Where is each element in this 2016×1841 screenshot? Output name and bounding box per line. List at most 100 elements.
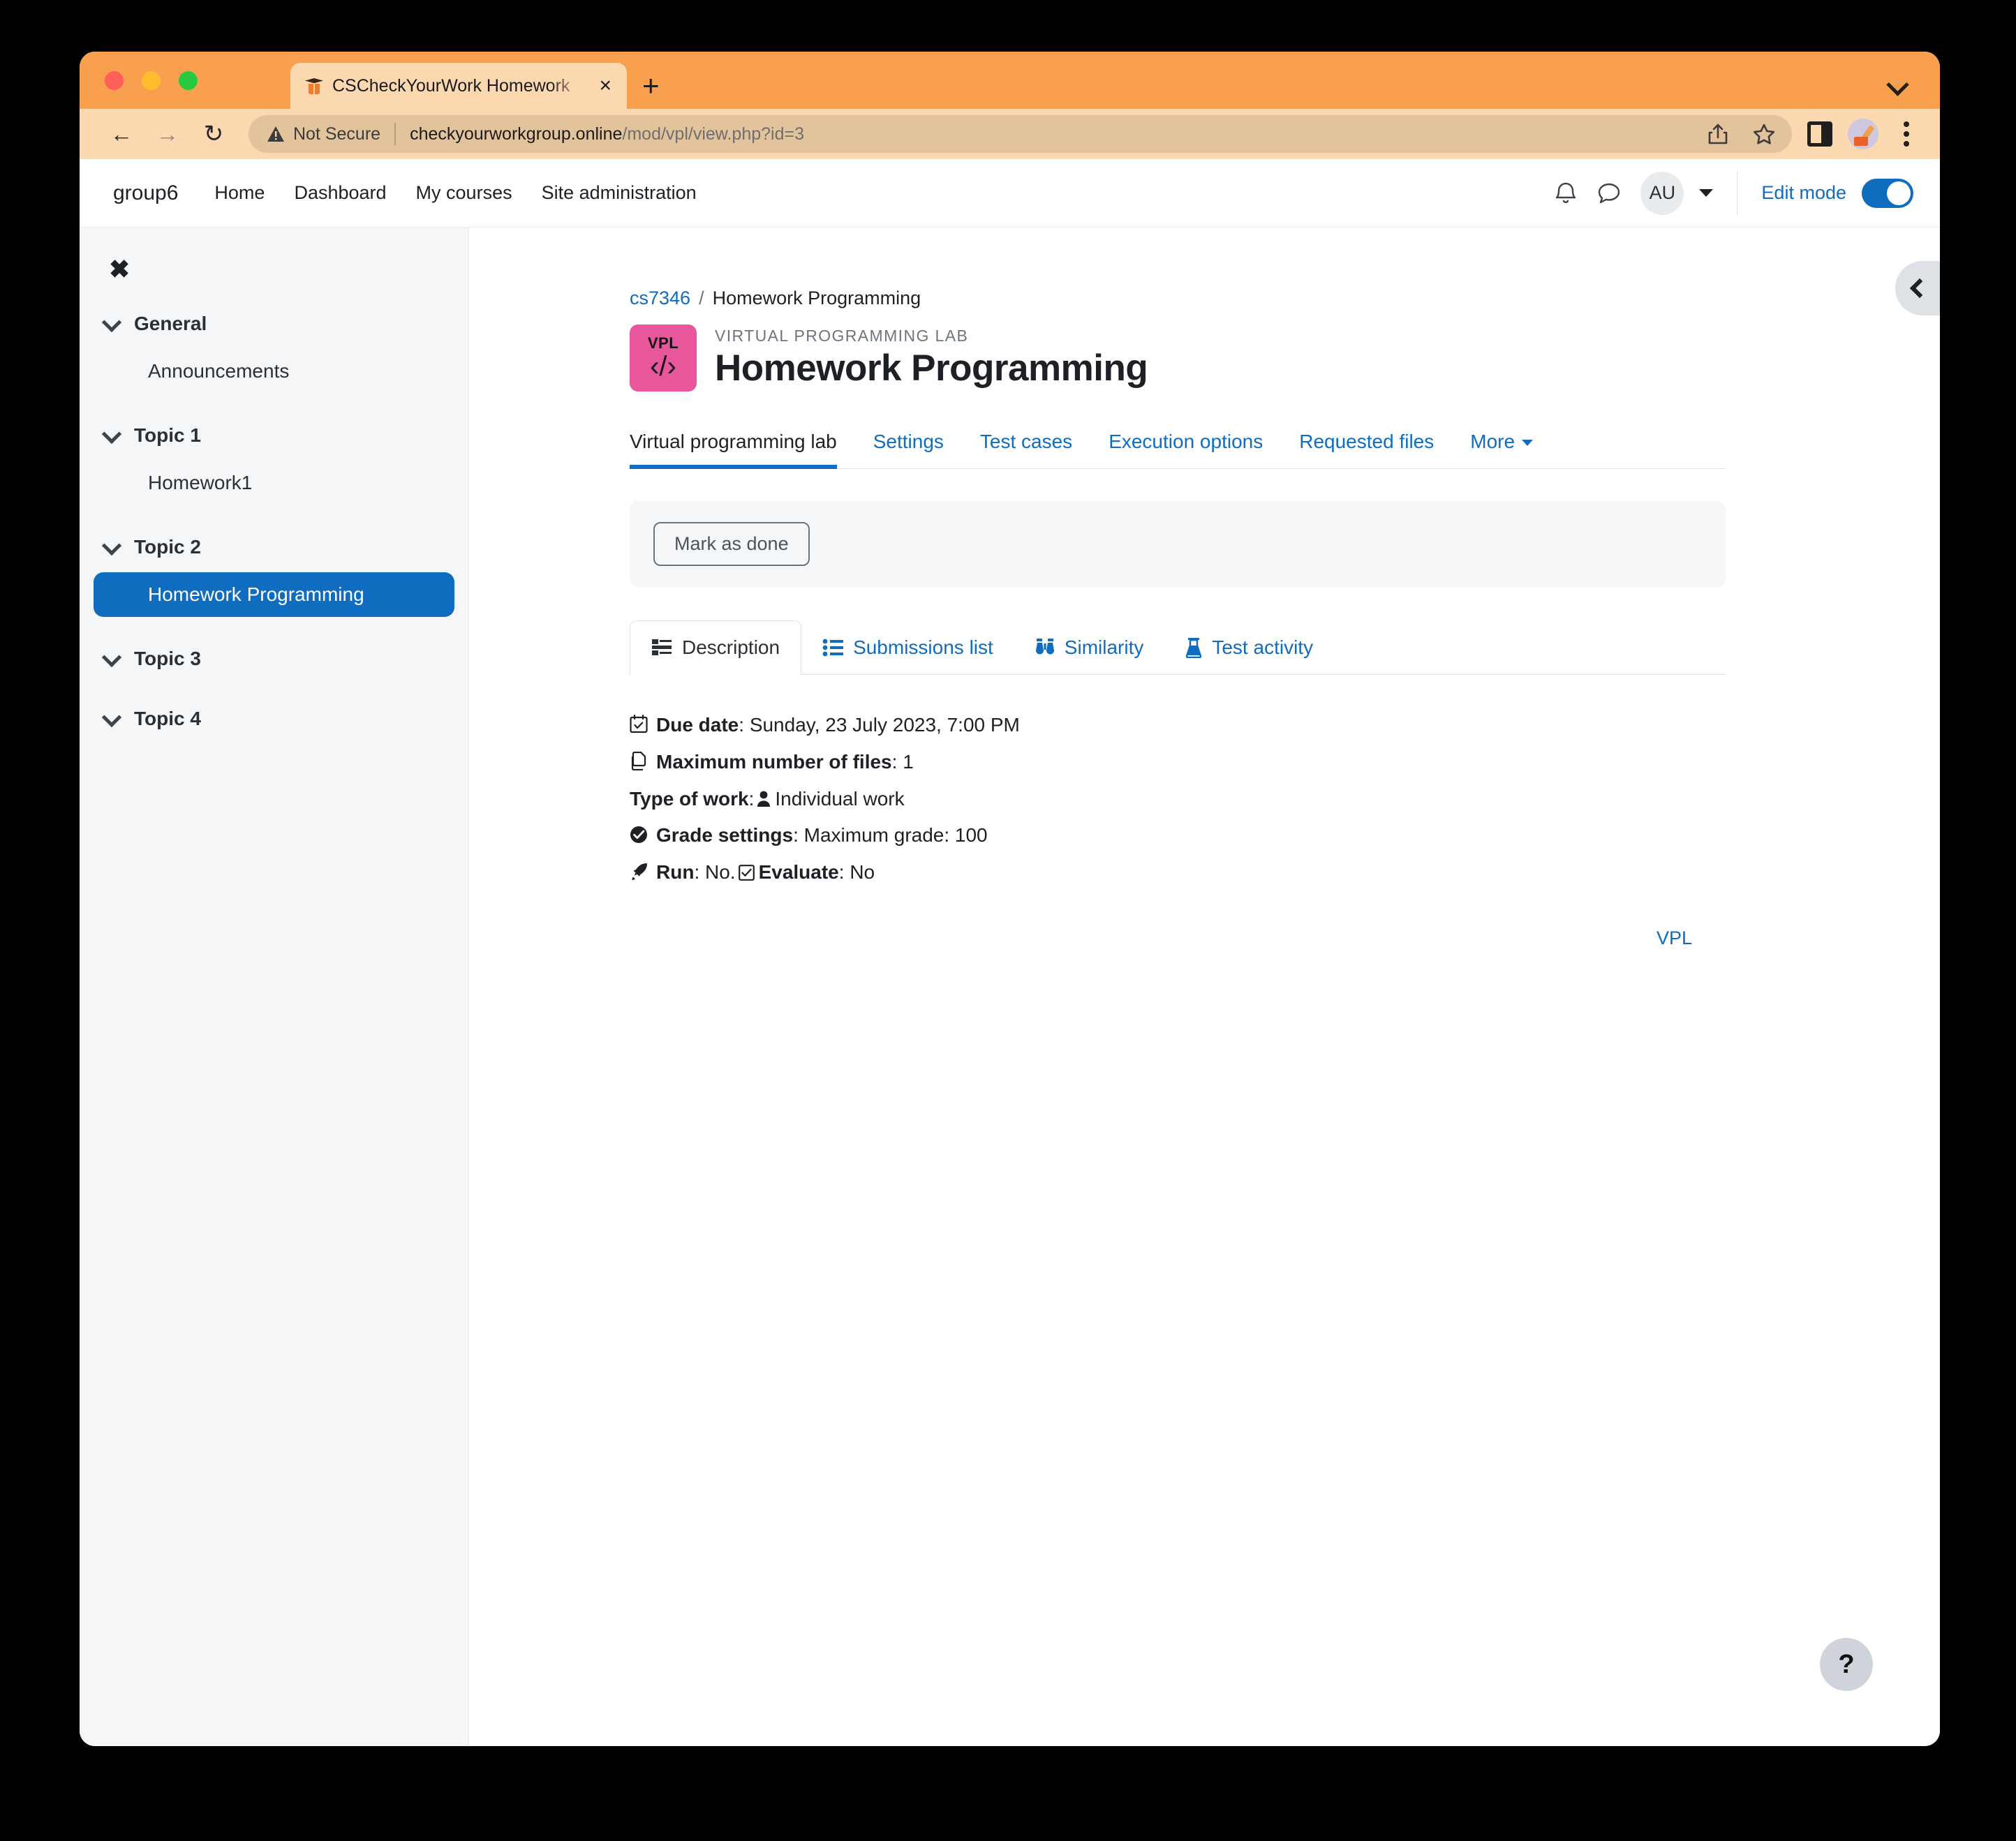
- edit-mode-toggle[interactable]: [1862, 178, 1913, 208]
- chevron-down-icon: [103, 538, 119, 553]
- breadcrumb-current: Homework Programming: [712, 288, 921, 308]
- moodle-graduation-cap-icon: [304, 76, 324, 96]
- section-header-topic-2[interactable]: Topic 2: [80, 529, 468, 565]
- browser-tab-strip: CSCheckYourWork Homework × +: [80, 52, 1940, 109]
- breadcrumb-separator: /: [699, 288, 704, 308]
- description-value: Maximum grade: 100: [803, 824, 988, 847]
- section-header-general[interactable]: General: [80, 306, 468, 342]
- nav-link-home[interactable]: Home: [214, 182, 265, 204]
- new-tab-button[interactable]: +: [642, 71, 660, 100]
- course-section-topic-4: Topic 4: [80, 701, 468, 737]
- chevron-left-icon: [1909, 278, 1930, 299]
- address-bar-divider: [394, 123, 396, 145]
- page-title: Homework Programming: [715, 348, 1148, 389]
- tab-settings[interactable]: Settings: [855, 419, 962, 468]
- address-bar-actions: [1689, 119, 1779, 149]
- secondary-navigation-tabs: Virtual programming lab Settings Test ca…: [630, 419, 1726, 469]
- chevron-down-icon: [103, 650, 119, 665]
- vpl-footer: VPL: [630, 927, 1726, 949]
- rocket-icon: [630, 859, 648, 890]
- edit-mode-label: Edit mode: [1761, 182, 1846, 203]
- browser-tab[interactable]: CSCheckYourWork Homework ×: [290, 63, 627, 109]
- description-row-due-date: Due date: Sunday, 23 July 2023, 7:00 PM: [630, 710, 1726, 741]
- vpl-tab-label: Test activity: [1212, 636, 1314, 658]
- description-label: Due date: [656, 714, 739, 736]
- description-row-max-files: Maximum number of files: 1: [630, 747, 1726, 778]
- activity-header: VPL ‹/› VIRTUAL PROGRAMMING LAB Homework…: [630, 325, 1726, 392]
- section-title: General: [134, 313, 207, 334]
- extension-avatar-icon[interactable]: [1848, 119, 1878, 149]
- course-index-item-homework1[interactable]: Homework1: [94, 461, 454, 505]
- tab-requested-files[interactable]: Requested files: [1281, 419, 1452, 468]
- user-icon: [757, 786, 771, 817]
- address-bar[interactable]: Not Secure checkyourworkgroup.online/mod…: [249, 115, 1792, 153]
- site-name[interactable]: group6: [113, 181, 178, 205]
- tab-more[interactable]: More: [1452, 419, 1551, 468]
- chevron-down-icon: [1522, 440, 1534, 447]
- block-drawer-toggle[interactable]: [1895, 261, 1940, 315]
- flask-icon: [1185, 637, 1202, 658]
- browser-toolbar: ← → ↻ Not Secure checkyourworkgroup.onli…: [80, 109, 1940, 159]
- help-button[interactable]: ?: [1820, 1638, 1873, 1691]
- close-course-index-button[interactable]: ✖: [80, 247, 142, 282]
- nav-link-dashboard[interactable]: Dashboard: [294, 182, 386, 204]
- not-secure-warning-icon[interactable]: [267, 126, 285, 142]
- course-section-general: General Announcements: [80, 306, 468, 394]
- breadcrumb-course-link[interactable]: cs7346: [630, 288, 690, 308]
- reload-button[interactable]: ↻: [194, 114, 233, 154]
- course-index-item-homework-programming[interactable]: Homework Programming: [94, 572, 454, 617]
- vpl-tab-submissions-list[interactable]: Submissions list: [801, 621, 1014, 674]
- course-index-item-announcements[interactable]: Announcements: [94, 349, 454, 394]
- moodle-navbar: group6 Home Dashboard My courses Site ad…: [80, 159, 1940, 228]
- vpl-link[interactable]: VPL: [1656, 927, 1692, 948]
- side-panel-icon[interactable]: [1807, 121, 1832, 147]
- tab-test-cases[interactable]: Test cases: [962, 419, 1090, 468]
- activity-type-label: VIRTUAL PROGRAMMING LAB: [715, 327, 969, 345]
- page-layout: ✖ General Announcements Topic 1 Homework…: [80, 228, 1940, 1745]
- chevron-down-icon[interactable]: [1885, 73, 1909, 96]
- chevron-down-icon: [1699, 189, 1714, 197]
- vpl-tab-description[interactable]: Description: [630, 620, 802, 675]
- description-value: 1: [903, 750, 914, 773]
- url-path: /mod/vpl/view.php?id=3: [622, 124, 804, 144]
- address-bar-url: checkyourworkgroup.online/mod/vpl/view.p…: [410, 124, 804, 144]
- tab-virtual-programming-lab[interactable]: Virtual programming lab: [630, 419, 855, 469]
- browser-tab-title: CSCheckYourWork Homework: [332, 75, 570, 96]
- nav-link-site-administration[interactable]: Site administration: [542, 182, 697, 204]
- vpl-tab-test-activity[interactable]: Test activity: [1164, 621, 1334, 674]
- nav-link-my-courses[interactable]: My courses: [416, 182, 512, 204]
- forward-button[interactable]: →: [148, 114, 187, 154]
- bookmark-star-icon[interactable]: [1749, 119, 1779, 149]
- close-window-button[interactable]: [105, 71, 124, 90]
- copy-files-icon: [630, 749, 648, 780]
- description-value-2: No: [850, 861, 875, 884]
- description-label: Run: [656, 861, 695, 884]
- section-header-topic-4[interactable]: Topic 4: [80, 701, 468, 737]
- section-header-topic-1[interactable]: Topic 1: [80, 417, 468, 454]
- messages-icon[interactable]: [1587, 172, 1631, 215]
- share-icon[interactable]: [1703, 119, 1733, 149]
- tab-execution-options[interactable]: Execution options: [1090, 419, 1281, 468]
- user-menu[interactable]: AU: [1640, 171, 1714, 215]
- notifications-bell-icon[interactable]: [1544, 172, 1587, 215]
- section-header-topic-3[interactable]: Topic 3: [80, 641, 468, 677]
- browser-menu-icon[interactable]: [1894, 119, 1919, 149]
- vpl-tab-similarity[interactable]: Similarity: [1014, 621, 1165, 674]
- course-section-topic-1: Topic 1 Homework1: [80, 417, 468, 505]
- close-tab-icon[interactable]: ×: [593, 73, 617, 99]
- check-square-icon: [738, 859, 755, 890]
- minimize-window-button[interactable]: [142, 71, 161, 90]
- browser-window: CSCheckYourWork Homework × + ← → ↻ Not S…: [80, 52, 1940, 1746]
- vpl-navigation-tabs: Description Submissions list Similarity …: [630, 620, 1726, 675]
- web-page: group6 Home Dashboard My courses Site ad…: [80, 159, 1940, 1746]
- security-status-label: Not Secure: [293, 124, 381, 144]
- section-title: Topic 2: [134, 536, 201, 558]
- back-button[interactable]: ←: [102, 114, 141, 154]
- window-traffic-lights: [105, 71, 198, 90]
- maximize-window-button[interactable]: [179, 71, 198, 90]
- toggle-knob: [1887, 181, 1911, 205]
- activity-header-text: VIRTUAL PROGRAMMING LAB Homework Program…: [715, 327, 1148, 389]
- activity-completion-box: Mark as done: [630, 501, 1726, 587]
- description-separator: :: [891, 750, 898, 773]
- mark-as-done-button[interactable]: Mark as done: [653, 522, 810, 566]
